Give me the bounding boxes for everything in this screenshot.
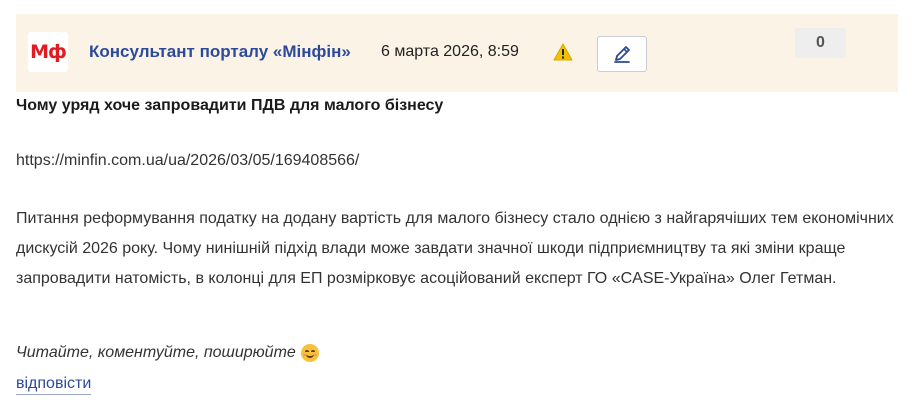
minfin-logo[interactable]: Мф (28, 32, 68, 72)
post-title: Чому уряд хоче запровадити ПДВ для малог… (16, 97, 444, 114)
pencil-icon (614, 46, 630, 63)
rating-score[interactable]: 0 (795, 28, 846, 58)
reply-link[interactable]: відповісти (16, 375, 92, 395)
author-link[interactable]: Консультант порталу «Мінфін» (89, 42, 351, 62)
post-url: https://minfin.com.ua/ua/2026/03/05/1694… (16, 152, 360, 169)
post-body: Питання реформування податку на додану в… (16, 210, 894, 287)
warning-icon[interactable] (553, 43, 573, 61)
post-header: Мф Консультант порталу «Мінфін» 6 марта … (16, 14, 898, 92)
smiling-face-icon (300, 344, 319, 362)
edit-button[interactable] (597, 36, 647, 72)
post-date: 6 марта 2026, 8:59 (381, 43, 519, 60)
call-to-action-text: Читайте, коментуйте, поширюйте (16, 344, 296, 361)
call-to-action: Читайте, коментуйте, поширюйте (16, 344, 319, 362)
